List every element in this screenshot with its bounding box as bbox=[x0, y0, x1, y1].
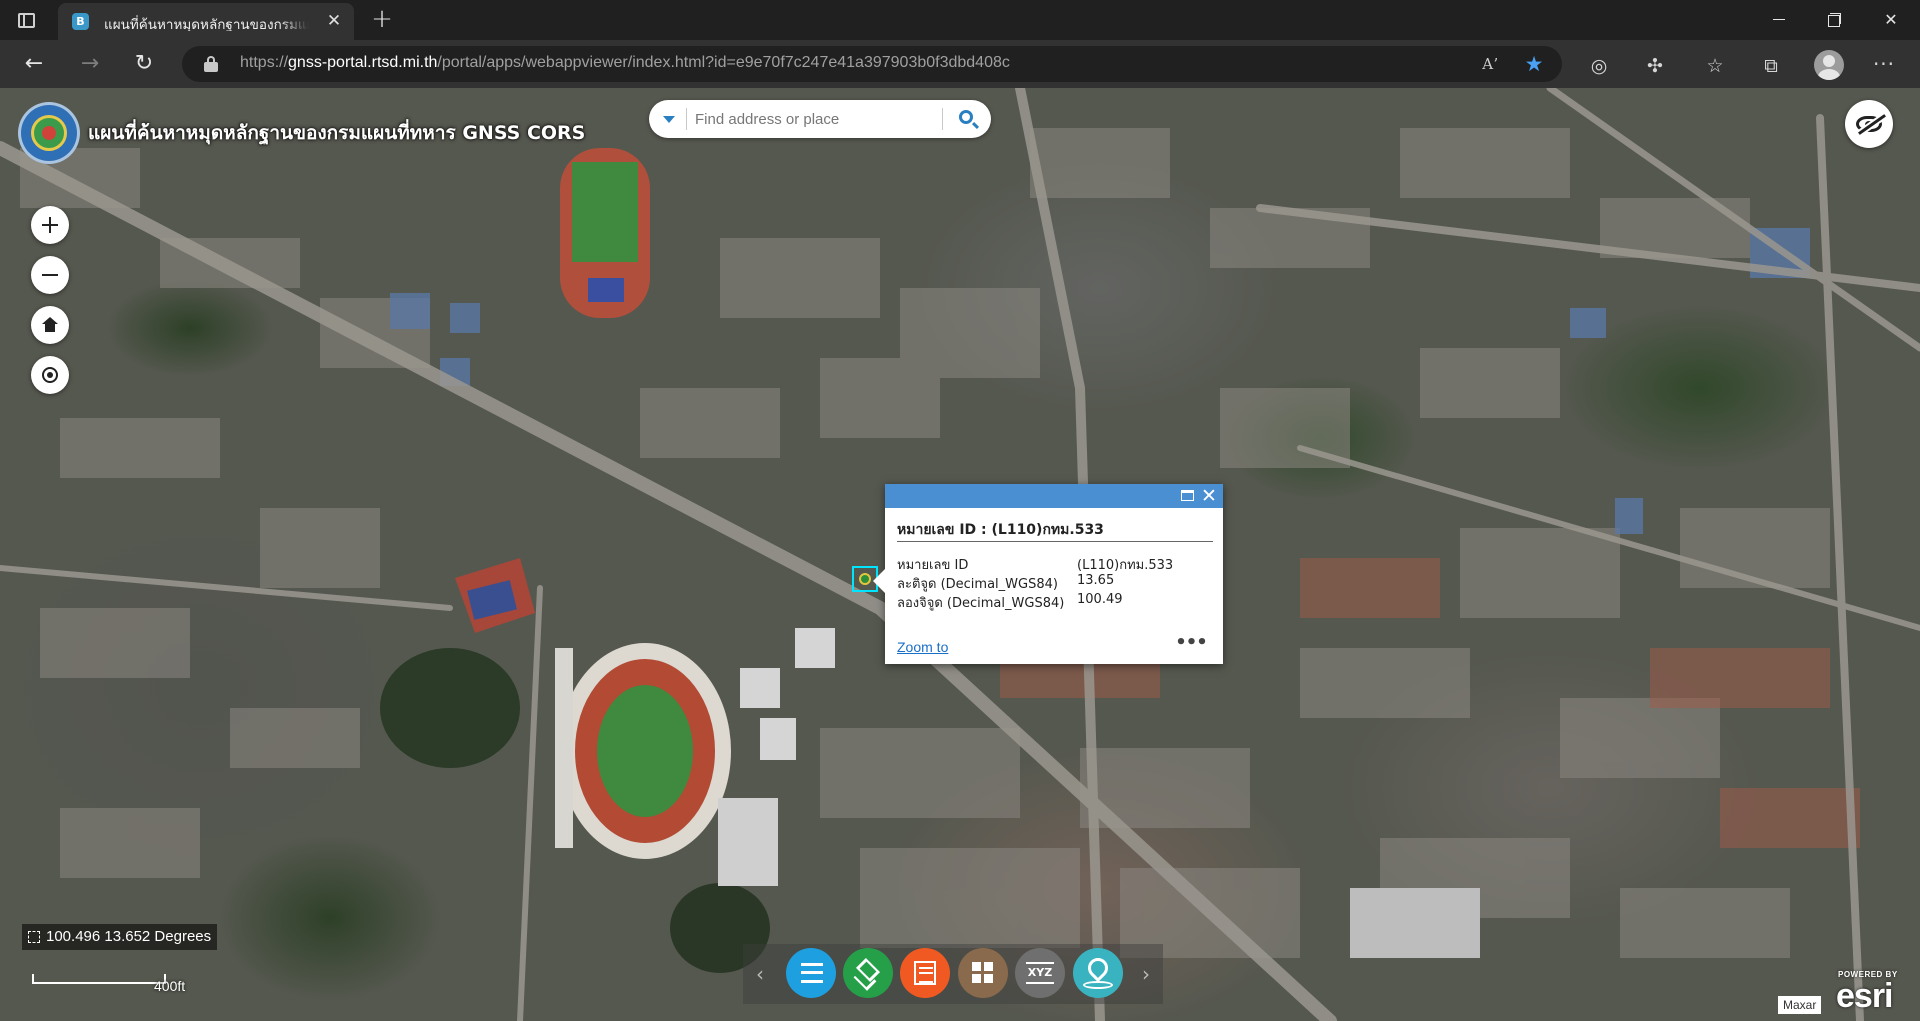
collections-icon[interactable]: ⧉ bbox=[1757, 52, 1785, 80]
attribute-key: ละติจูด (Decimal_WGS84) bbox=[897, 577, 1058, 592]
address-bar[interactable]: https://gnss-portal.rtsd.mi.th/portal/ap… bbox=[182, 46, 1562, 82]
app-logo bbox=[18, 102, 80, 164]
search-button[interactable] bbox=[949, 100, 987, 138]
app-title: แผนที่ค้นหาหมุดหลักฐานของกรมแผนที่ทหาร G… bbox=[88, 122, 586, 144]
coordinate-conversion-widget-button[interactable]: XYZ bbox=[1015, 948, 1065, 998]
coordinate-text: 100.496 13.652 Degrees bbox=[46, 928, 212, 945]
attribute-key: หมายเลข ID bbox=[897, 558, 969, 573]
popup-more-menu-icon[interactable]: ••• bbox=[1175, 634, 1208, 654]
attribute-value: 13.65 bbox=[1077, 573, 1115, 588]
tracking-prevention-icon[interactable]: ◎ bbox=[1585, 52, 1613, 80]
favorite-star-icon[interactable]: ★ bbox=[1522, 52, 1546, 76]
crosshair-icon bbox=[28, 931, 40, 943]
zoom-out-button[interactable] bbox=[31, 256, 69, 294]
minimize-window-button[interactable] bbox=[1756, 0, 1802, 40]
browser-tab-bar: B แผนที่ค้นหาหมุดหลักฐานของกรมแผนที่ทหาร… bbox=[0, 0, 1920, 40]
refresh-button[interactable]: ↻ bbox=[128, 48, 160, 80]
home-button[interactable] bbox=[31, 306, 69, 344]
browser-tab-active[interactable]: B แผนที่ค้นหาหมุดหลักฐานของกรมแผนที่ทหาร… bbox=[58, 3, 354, 40]
search-icon bbox=[959, 110, 973, 124]
extensions-icon[interactable]: ✣ bbox=[1641, 52, 1669, 80]
read-aloud-icon[interactable]: Aʼ bbox=[1478, 52, 1502, 76]
attribute-value: (L110)กทม.533 bbox=[1077, 558, 1174, 573]
table-icon bbox=[914, 961, 936, 985]
home-icon bbox=[42, 317, 58, 333]
scale-bar bbox=[32, 974, 166, 984]
search-input[interactable] bbox=[695, 106, 927, 132]
attribute-key: ลองจิจูด (Decimal_WGS84) bbox=[897, 596, 1065, 611]
attribute-table-widget-button[interactable] bbox=[900, 948, 950, 998]
search-widget bbox=[649, 100, 991, 138]
lock-icon[interactable] bbox=[204, 56, 218, 72]
close-icon[interactable]: ✕ bbox=[1199, 486, 1219, 506]
popup-header: ✕ bbox=[885, 484, 1223, 508]
browser-nav-bar: ← → ↻ https://gnss-portal.rtsd.mi.th/por… bbox=[0, 40, 1920, 88]
locate-button[interactable] bbox=[31, 356, 69, 394]
map-attribution[interactable]: Maxar bbox=[1778, 996, 1822, 1014]
browser-more-menu-icon[interactable]: ··· bbox=[1870, 52, 1898, 80]
attribute-value: 100.49 bbox=[1077, 592, 1123, 607]
widget-toolbar: ‹ XYZ › bbox=[743, 944, 1163, 1004]
toolbar-prev-arrow-icon[interactable]: ‹ bbox=[750, 962, 770, 986]
maximize-icon[interactable] bbox=[1181, 490, 1194, 501]
back-button[interactable]: ← bbox=[18, 48, 50, 80]
minus-icon bbox=[42, 274, 58, 276]
popup-attribute-row: ละติจูด (Decimal_WGS84) 13.65 bbox=[897, 573, 1217, 592]
toolbar-next-arrow-icon[interactable]: › bbox=[1136, 962, 1156, 986]
coordinate-readout[interactable]: 100.496 13.652 Degrees bbox=[22, 924, 218, 950]
locate-icon bbox=[42, 367, 58, 383]
feature-popup: ✕ หมายเลข ID : (L110)กทม.533 หมายเลข ID … bbox=[873, 484, 1223, 664]
scale-label: 400ft bbox=[154, 978, 186, 994]
esri-logo[interactable]: POWERED BY esri bbox=[1834, 970, 1914, 1014]
zoom-to-link[interactable]: Zoom to bbox=[897, 639, 948, 655]
site-favicon-icon: B bbox=[72, 13, 89, 30]
tab-actions-icon[interactable] bbox=[14, 8, 38, 32]
close-window-button[interactable]: ✕ bbox=[1868, 0, 1914, 40]
new-tab-button[interactable]: + bbox=[368, 6, 396, 34]
profile-avatar[interactable] bbox=[1814, 50, 1844, 80]
xyz-icon: XYZ bbox=[1021, 962, 1059, 984]
app-header: แผนที่ค้นหาหมุดหลักฐานของกรมแผนที่ทหาร G… bbox=[18, 102, 585, 164]
close-tab-icon[interactable]: ✕ bbox=[324, 11, 344, 31]
eye-off-icon bbox=[1856, 116, 1882, 132]
layer-list-widget-button[interactable] bbox=[843, 948, 893, 998]
basemap-gallery-widget-button[interactable] bbox=[958, 948, 1008, 998]
list-icon bbox=[801, 963, 823, 983]
favorites-icon[interactable]: ☆ bbox=[1701, 52, 1729, 80]
search-source-dropdown[interactable] bbox=[657, 100, 683, 138]
plus-icon bbox=[42, 217, 58, 233]
popup-attribute-row: หมายเลข ID (L110)กทม.533 bbox=[897, 554, 1217, 573]
tab-title: แผนที่ค้นหาหมุดหลักฐานของกรมแผนที่ทหาร G… bbox=[104, 13, 309, 31]
url-text[interactable]: https://gnss-portal.rtsd.mi.th/portal/ap… bbox=[240, 54, 1010, 72]
forward-button[interactable]: → bbox=[74, 48, 106, 80]
map-view[interactable]: แผนที่ค้นหาหมุดหลักฐานของกรมแผนที่ทหาร G… bbox=[0, 88, 1920, 1021]
pin-icon bbox=[1083, 953, 1113, 983]
grid-icon bbox=[972, 962, 994, 984]
layers-icon bbox=[855, 957, 881, 983]
popup-attribute-row: ลองจิจูด (Decimal_WGS84) 100.49 bbox=[897, 592, 1217, 611]
gnss-marker-icon bbox=[859, 573, 871, 585]
zoom-in-button[interactable] bbox=[31, 206, 69, 244]
restore-window-button[interactable] bbox=[1810, 0, 1856, 40]
legend-widget-button[interactable] bbox=[786, 948, 836, 998]
location-widget-button[interactable] bbox=[1073, 948, 1123, 998]
layer-visibility-toggle[interactable] bbox=[1845, 100, 1893, 148]
popup-title: หมายเลข ID : (L110)กทม.533 bbox=[897, 522, 1104, 538]
